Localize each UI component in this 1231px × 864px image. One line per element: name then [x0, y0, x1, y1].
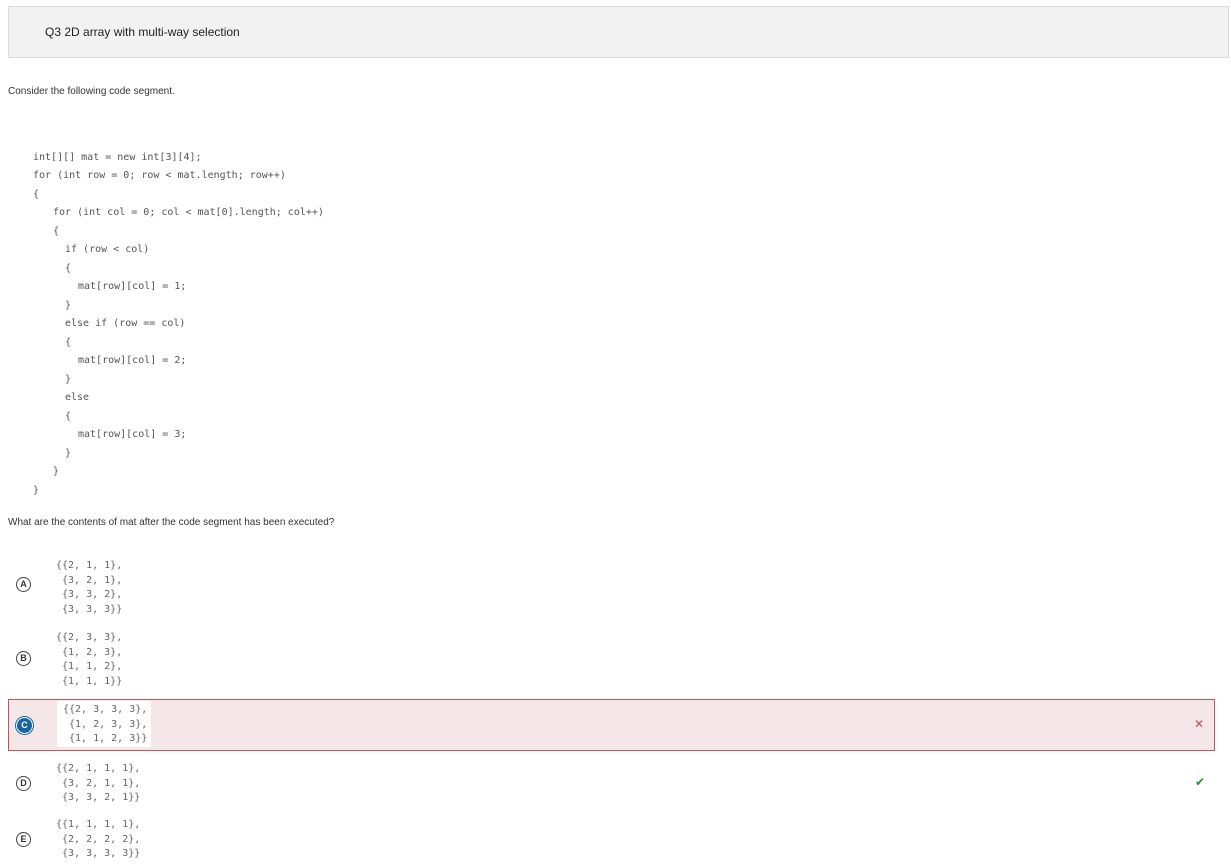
choice-e-radio[interactable]: E [16, 832, 31, 847]
code-line: for (int col = 0; col < mat[0].length; c… [53, 207, 324, 218]
code-line: mat[row][col] = 1; [78, 281, 187, 292]
code-line: int[][] mat = new int[3][4]; [33, 152, 202, 163]
code-line: } [33, 485, 40, 496]
question-text: What are the contents of mat after the c… [8, 517, 335, 528]
choice-c[interactable]: C {{2, 3, 3, 3}, {1, 2, 3, 3}, {1, 1, 2,… [8, 699, 1215, 751]
code-line: else if (row == col) [65, 318, 186, 329]
choice-d[interactable]: D {{2, 1, 1, 1}, {3, 2, 1, 1}, {3, 3, 2,… [8, 762, 1215, 810]
code-line: if (row < col) [65, 244, 150, 255]
question-prompt: Consider the following code segment. [8, 86, 175, 97]
choice-e-text: {{1, 1, 1, 1}, {2, 2, 2, 2}, {3, 3, 3, 3… [56, 819, 141, 859]
code-line: { [65, 337, 72, 348]
code-line: } [65, 374, 72, 385]
question-title: Q3 2D array with multi-way selection [45, 25, 240, 39]
code-line: { [53, 226, 60, 237]
code-line: mat[row][col] = 2; [78, 355, 187, 366]
code-line: { [65, 263, 72, 274]
cross-icon: ✕ [1193, 717, 1204, 731]
choice-a-radio[interactable]: A [16, 577, 31, 592]
code-line: for (int row = 0; row < mat.length; row+… [33, 170, 286, 181]
choice-e[interactable]: E {{1, 1, 1, 1}, {2, 2, 2, 2}, {3, 3, 3,… [8, 818, 1215, 864]
choice-a-text: {{2, 1, 1}, {3, 2, 1}, {3, 3, 2}, {3, 3,… [56, 560, 123, 615]
choice-d-radio[interactable]: D [16, 776, 31, 791]
choice-a[interactable]: A {{2, 1, 1}, {3, 2, 1}, {3, 3, 2}, {3, … [8, 559, 1215, 619]
choice-c-text: {{2, 3, 3, 3}, {1, 2, 3, 3}, {1, 1, 2, 3… [57, 701, 152, 747]
choice-b-radio[interactable]: B [16, 651, 31, 666]
code-line: else [65, 392, 90, 403]
code-line: mat[row][col] = 3; [78, 429, 187, 440]
code-line: } [65, 300, 72, 311]
choice-c-radio-selected[interactable]: C [17, 718, 32, 733]
choice-b[interactable]: B {{2, 3, 3}, {1, 2, 3}, {1, 1, 2}, {1, … [8, 631, 1215, 691]
check-icon: ✔ [1194, 775, 1205, 789]
question-header: Q3 2D array with multi-way selection [8, 6, 1229, 58]
code-line: { [33, 189, 40, 200]
choice-b-text: {{2, 3, 3}, {1, 2, 3}, {1, 1, 2}, {1, 1,… [56, 632, 123, 687]
code-line: } [65, 448, 72, 459]
code-line: { [65, 411, 72, 422]
code-line: } [53, 466, 60, 477]
choice-d-text: {{2, 1, 1, 1}, {3, 2, 1, 1}, {3, 3, 2, 1… [56, 763, 141, 803]
